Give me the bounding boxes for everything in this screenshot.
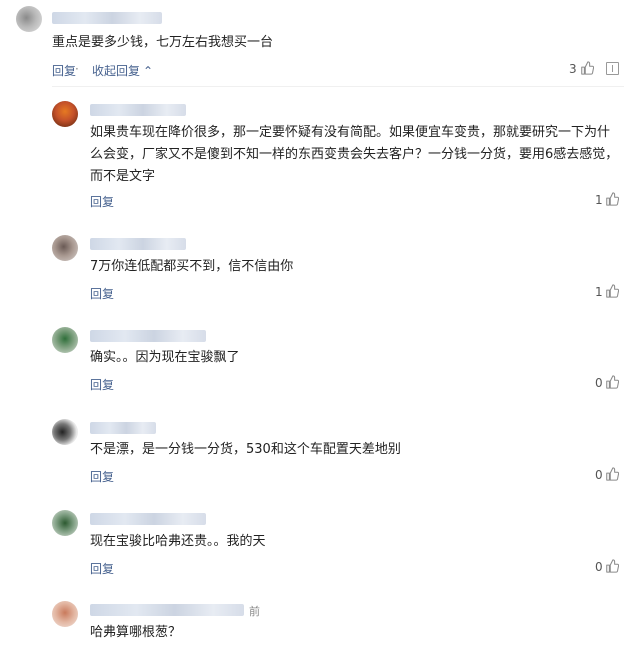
reply-link[interactable]: 回复 [90,285,114,302]
like-count: 0 [595,376,603,390]
reply-text: 如果贵车现在降价很多，那一定要怀疑有没有简配。如果便宜车变贵，那就要研究一下为什… [90,125,619,184]
divider [52,86,624,87]
username-blurred[interactable] [90,513,206,525]
reply-text: 现在宝骏比哈弗还贵。。我的天 [90,534,266,549]
reply-link[interactable]: 回复 [90,376,114,393]
comment-text: 重点是要多少钱，七万左右我想买一台 [52,35,274,50]
avatar[interactable] [52,510,78,536]
flag-icon[interactable] [606,62,619,75]
avatar[interactable] [16,6,42,32]
thumbs-up-icon[interactable] [605,375,619,389]
like-count: 0 [595,560,603,574]
like-count: 0 [595,468,603,482]
username-blurred[interactable] [90,604,244,616]
collapse-replies-link[interactable]: 收起回复 [92,62,140,79]
avatar[interactable] [52,419,78,445]
time-suffix: 前 [249,605,260,618]
avatar[interactable] [52,101,78,127]
username-blurred[interactable] [90,104,186,116]
reply-text: 不是漂，是一分钱一分货，530和这个车配置天差地别 [90,442,401,457]
like-count: 1 [595,285,603,299]
reply-text: 哈弗算哪根葱？ [90,625,182,640]
thumbs-up-icon[interactable] [605,192,619,206]
separator: · [75,62,79,76]
like-count: 3 [569,62,577,76]
username-blurred[interactable] [90,238,186,250]
reply-link[interactable]: 回复 [90,468,114,485]
reply-link[interactable]: 回复 [52,62,76,79]
avatar[interactable] [52,601,78,627]
chevron-up-icon[interactable]: ⌃ [143,64,153,78]
avatar[interactable] [52,327,78,353]
thumbs-up-icon[interactable] [605,467,619,481]
username-blurred[interactable] [52,12,162,24]
reply-link[interactable]: 回复 [90,193,114,210]
avatar[interactable] [52,235,78,261]
thumbs-up-icon[interactable] [580,61,594,75]
like-count: 1 [595,193,603,207]
reply-link[interactable]: 回复 [90,560,114,577]
reply-text: 7万你连低配都买不到，信不信由你 [90,259,294,274]
reply-text: 确实。。因为现在宝骏飘了 [90,350,240,365]
username-blurred[interactable] [90,422,156,434]
thumbs-up-icon[interactable] [605,559,619,573]
thumbs-up-icon[interactable] [605,284,619,298]
username-blurred[interactable] [90,330,206,342]
